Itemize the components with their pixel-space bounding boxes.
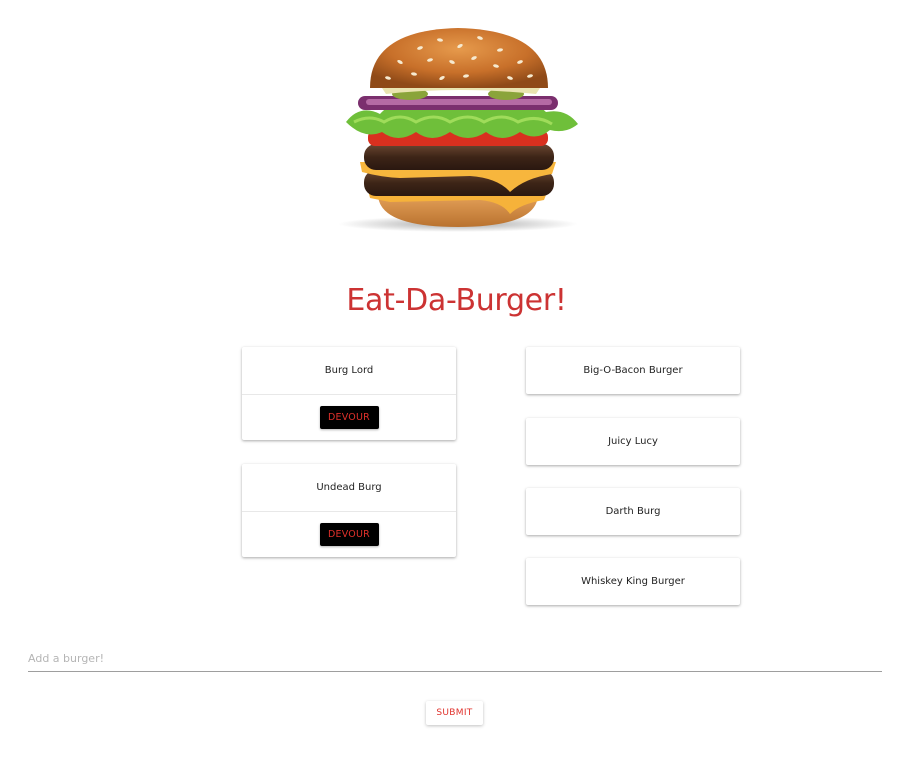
burger-name: Big-O-Bacon Burger <box>583 365 683 376</box>
page-title: Eat-Da-Burger! <box>346 283 567 318</box>
submit-button[interactable]: SUBMIT <box>426 701 483 725</box>
devour-button[interactable]: DEVOUR <box>319 406 379 429</box>
burger-name: Whiskey King Burger <box>581 576 685 587</box>
page: Eat-Da-Burger! Burg Lord DEVOUR Undead B… <box>0 0 913 767</box>
burger-name: Burg Lord <box>324 365 374 376</box>
devoured-card-juicy-lucy: Juicy Lucy <box>526 418 740 465</box>
card-action: DEVOUR <box>242 511 456 557</box>
devoured-card-whiskey-king-burger: Whiskey King Burger <box>526 558 740 605</box>
add-burger-input[interactable] <box>28 645 882 672</box>
devoured-card-darth-burg: Darth Burg <box>526 488 740 535</box>
burger-name: Juicy Lucy <box>608 436 658 447</box>
devoured-card-big-o-bacon-burger: Big-O-Bacon Burger <box>526 347 740 394</box>
burger-name: Darth Burg <box>605 506 661 517</box>
card-action: DEVOUR <box>242 394 456 440</box>
devour-button[interactable]: DEVOUR <box>319 523 379 546</box>
burger-card-undead-burg: Undead Burg DEVOUR <box>242 464 456 557</box>
burger-image <box>338 28 578 232</box>
burger-name: Undead Burg <box>316 482 382 493</box>
burger-card-burg-lord: Burg Lord DEVOUR <box>242 347 456 440</box>
